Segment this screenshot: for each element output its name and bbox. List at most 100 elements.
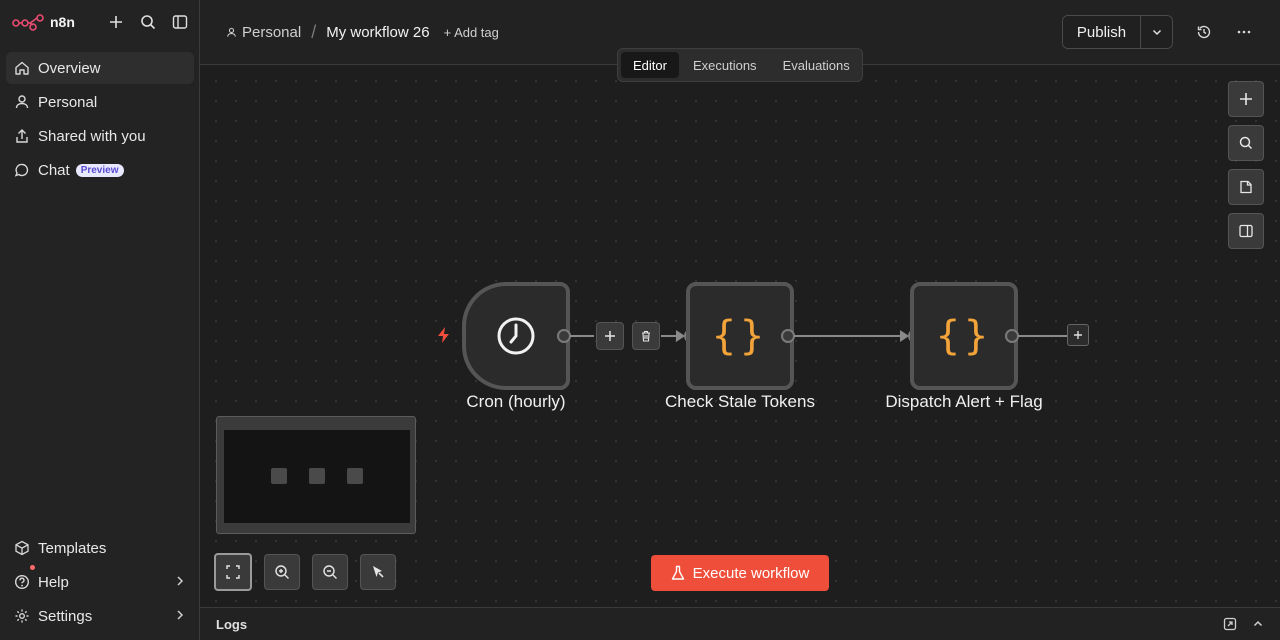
- zoom-in-button[interactable]: [264, 554, 300, 590]
- n8n-logo-icon: [12, 14, 44, 31]
- add-next-node-button[interactable]: [1067, 324, 1089, 346]
- create-button[interactable]: [104, 10, 128, 34]
- node-cron[interactable]: [462, 282, 570, 390]
- zoom-out-icon: [323, 565, 337, 579]
- sticky-note-button[interactable]: [1228, 169, 1264, 205]
- zoom-in-icon: [275, 565, 289, 579]
- publish-button[interactable]: Publish: [1063, 16, 1141, 48]
- fit-view-button[interactable]: [214, 553, 252, 591]
- plus-icon: [605, 331, 615, 341]
- help-icon: [14, 574, 30, 590]
- sidebar-item-help[interactable]: Help: [6, 565, 194, 598]
- expand-logs-button[interactable]: [1249, 615, 1267, 633]
- sidebar-item-label: Templates: [38, 539, 107, 557]
- tidy-up-button[interactable]: [360, 554, 396, 590]
- collapse-sidebar-button[interactable]: [168, 10, 192, 34]
- publish-dropdown-button[interactable]: [1141, 16, 1172, 48]
- add-node-button[interactable]: [1228, 81, 1264, 117]
- search-icon: [141, 15, 156, 30]
- clock-icon: [497, 317, 535, 355]
- more-options-button[interactable]: [1232, 20, 1256, 44]
- plus-icon: [110, 16, 122, 28]
- minimap-viewport: [224, 430, 410, 523]
- brand-name: n8n: [50, 14, 75, 30]
- view-tabs: Editor Executions Evaluations: [617, 48, 863, 82]
- add-tag-button[interactable]: + Add tag: [444, 25, 499, 40]
- gear-icon: [14, 608, 30, 624]
- ellipsis-icon: [1237, 30, 1251, 34]
- breadcrumb-project-label: Personal: [242, 24, 302, 41]
- sidebar-nav: Overview Personal Shared with you Chat P…: [6, 52, 194, 188]
- user-icon: [227, 27, 236, 37]
- pop-out-icon: [1223, 617, 1237, 631]
- minimap-node: [347, 468, 363, 484]
- logs-panel-bar[interactable]: Logs: [200, 607, 1280, 640]
- app-root: n8n Overview Personal Shared with you Ch…: [0, 0, 1280, 640]
- brand[interactable]: n8n: [12, 9, 75, 35]
- node-dispatch-alert[interactable]: {}: [910, 282, 1018, 390]
- breadcrumb-project[interactable]: Personal: [226, 24, 301, 41]
- tab-editor[interactable]: Editor: [621, 52, 679, 78]
- history-button[interactable]: [1192, 20, 1216, 44]
- sidebar: n8n Overview Personal Shared with you Ch…: [0, 0, 200, 640]
- output-port[interactable]: [781, 329, 795, 343]
- tab-executions[interactable]: Executions: [681, 52, 769, 78]
- sidebar-item-personal[interactable]: Personal: [6, 86, 194, 118]
- search-nodes-button[interactable]: [1228, 125, 1264, 161]
- sidebar-bottom-nav: Templates Help Settings: [6, 532, 194, 634]
- connection-edge: [661, 335, 677, 337]
- search-button[interactable]: [136, 10, 160, 34]
- node-label-dispatch-alert: Dispatch Alert + Flag: [885, 392, 1043, 411]
- sidebar-toggle-icon: [172, 15, 188, 29]
- magic-wand-icon: [373, 566, 384, 578]
- node-label-cron: Cron (hourly): [466, 392, 566, 411]
- history-icon: [1197, 25, 1211, 39]
- workflow-canvas[interactable]: Cron (hourly) {} Check Stale Tokens {} D…: [200, 65, 1280, 607]
- code-braces-icon: {}: [711, 313, 769, 359]
- plus-icon: [1074, 331, 1082, 339]
- toggle-panel-button[interactable]: [1228, 213, 1264, 249]
- sidebar-item-shared[interactable]: Shared with you: [6, 120, 194, 152]
- minimap[interactable]: [216, 416, 416, 534]
- node-label-check-stale-tokens: Check Stale Tokens: [665, 392, 815, 411]
- sidebar-item-label: Overview: [38, 59, 101, 77]
- user-icon: [14, 94, 30, 110]
- chevron-right-icon: [174, 608, 186, 625]
- sidebar-item-label: Settings: [38, 607, 93, 625]
- workflow-name[interactable]: My workflow 26: [326, 24, 429, 41]
- trigger-lightning-icon: [436, 326, 452, 349]
- insert-node-button[interactable]: [596, 322, 624, 350]
- tab-evaluations[interactable]: Evaluations: [771, 52, 862, 78]
- execute-workflow-button[interactable]: Execute workflow: [651, 555, 829, 591]
- output-port[interactable]: [1005, 329, 1019, 343]
- execute-workflow-label: Execute workflow: [692, 564, 810, 582]
- connection-edge: [570, 335, 594, 337]
- breadcrumb-separator: /: [311, 22, 317, 42]
- chevron-right-icon: [174, 574, 186, 591]
- node-check-stale-tokens[interactable]: {}: [686, 282, 794, 390]
- share-icon: [14, 128, 30, 144]
- output-port[interactable]: [557, 329, 571, 343]
- minimap-node: [309, 468, 325, 484]
- templates-icon: [14, 540, 30, 556]
- delete-connection-button[interactable]: [632, 322, 660, 350]
- notification-dot: [30, 565, 35, 570]
- pop-out-logs-button[interactable]: [1221, 615, 1239, 633]
- canvas-right-toolbar: [1228, 81, 1264, 249]
- code-braces-icon: {}: [935, 313, 993, 359]
- sidebar-item-label: Help: [38, 573, 69, 591]
- zoom-out-button[interactable]: [312, 554, 348, 590]
- sticky-note-icon: [1240, 180, 1252, 194]
- sidebar-item-label: Personal: [38, 93, 98, 111]
- sidebar-actions: [104, 10, 192, 34]
- connection-edge: [1018, 335, 1068, 337]
- fit-view-icon: [226, 565, 240, 579]
- sidebar-item-label: Chat: [38, 161, 70, 179]
- sidebar-item-settings[interactable]: Settings: [6, 600, 194, 632]
- sidebar-item-chat[interactable]: Chat Preview: [6, 154, 194, 186]
- sidebar-item-templates[interactable]: Templates: [6, 532, 194, 564]
- sidebar-item-overview[interactable]: Overview: [6, 52, 194, 84]
- plus-icon: [1240, 93, 1252, 105]
- sidebar-item-label: Shared with you: [38, 127, 146, 145]
- zoom-toolbar: [214, 553, 396, 591]
